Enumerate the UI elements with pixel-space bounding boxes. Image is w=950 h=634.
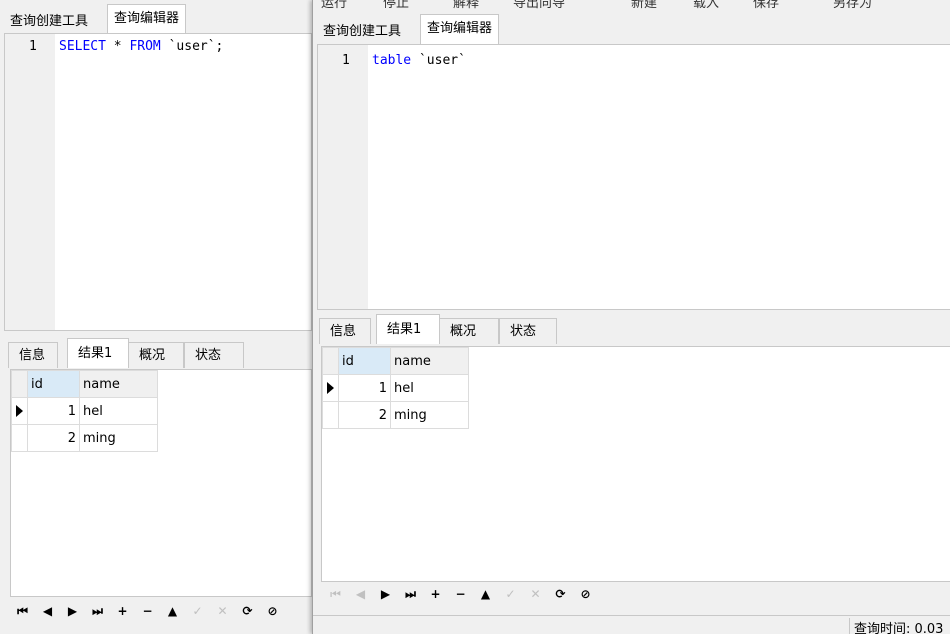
result-grid[interactable]: id name 1 hel 2 ming [321, 346, 950, 582]
line-gutter: 1 [5, 34, 55, 330]
next-record-icon[interactable]: ▶ [60, 601, 85, 621]
column-header-id[interactable]: id [27, 370, 80, 398]
first-record-icon[interactable]: ⏮ [10, 601, 35, 621]
apply-changes-icon[interactable]: ✓ [185, 601, 210, 621]
delete-record-icon[interactable]: − [448, 584, 473, 604]
apply-changes-icon[interactable]: ✓ [498, 584, 523, 604]
line-number: 1 [342, 53, 350, 68]
tab-overview[interactable]: 概况 [128, 342, 184, 368]
row-indicator [11, 424, 28, 452]
new-button[interactable]: 新建 [631, 0, 657, 10]
result-table: id name 1 hel 2 ming [322, 347, 469, 429]
cell-name[interactable]: ming [390, 401, 469, 429]
tab-query-builder[interactable]: 查询创建工具 [4, 8, 94, 35]
refresh-icon[interactable]: ⟳ [548, 584, 573, 604]
tab-info[interactable]: 信息 [319, 318, 371, 344]
table-row[interactable]: 2 ming [322, 401, 469, 429]
sql-code-line[interactable]: SELECT * FROM `user`; [59, 39, 223, 54]
record-navigator: ⏮ ◀ ▶ ⏭ + − ▲ ✓ ✕ ⟳ ⊘ [10, 599, 285, 623]
export-wizard-button[interactable]: 导出向导 [513, 0, 565, 10]
refresh-icon[interactable]: ⟳ [235, 601, 260, 621]
right-editor-tabbar: 查询创建工具 查询编辑器 [313, 14, 950, 45]
sql-code-line[interactable]: table `user` [372, 53, 466, 68]
load-button[interactable]: 载入 [693, 0, 719, 10]
sql-text: * [105, 39, 130, 54]
result-tabbar: 信息 结果1 概况 状态 [313, 314, 950, 344]
cell-id[interactable]: 2 [338, 401, 391, 429]
move-up-icon[interactable]: ▲ [160, 601, 185, 621]
result-tabbar: 信息 结果1 概况 状态 [0, 338, 312, 368]
sql-editor[interactable]: 1 table `user` [317, 44, 950, 310]
row-indicator [322, 401, 339, 429]
current-row-arrow-icon [16, 405, 23, 417]
explain-button[interactable]: 解释 [453, 0, 479, 10]
stop-icon[interactable]: ⊘ [260, 601, 285, 621]
table-row[interactable]: 1 hel [11, 397, 158, 425]
line-number: 1 [29, 39, 37, 54]
move-up-icon[interactable]: ▲ [473, 584, 498, 604]
cell-name[interactable]: hel [79, 397, 158, 425]
delete-record-icon[interactable]: − [135, 601, 160, 621]
right-query-window: 运行 停止 解释 导出向导 新建 载入 保存 另存为 查询创建工具 查询编辑器 … [312, 0, 950, 634]
discard-changes-icon[interactable]: ✕ [210, 601, 235, 621]
stop-icon[interactable]: ⊘ [573, 584, 598, 604]
left-editor-tabbar: 查询创建工具 查询编辑器 [0, 4, 312, 35]
column-header-name[interactable]: name [79, 370, 158, 398]
column-header-name[interactable]: name [390, 347, 469, 375]
result-grid[interactable]: id name 1 hel 2 ming [10, 369, 312, 597]
previous-record-icon[interactable]: ◀ [35, 601, 60, 621]
current-row-arrow-icon [327, 382, 334, 394]
run-button[interactable]: 运行 [321, 0, 347, 10]
row-indicator [11, 397, 28, 425]
header-row: id name [11, 370, 158, 398]
tab-status[interactable]: 状态 [184, 342, 244, 368]
sql-keyword: FROM [129, 39, 161, 54]
sql-keyword: table [372, 53, 412, 68]
last-record-icon[interactable]: ⏭ [398, 584, 423, 604]
tab-result1[interactable]: 结果1 [67, 338, 129, 368]
sql-editor[interactable]: 1 SELECT * FROM `user`; [4, 33, 312, 331]
result-table: id name 1 hel 2 ming [11, 370, 158, 452]
next-record-icon[interactable]: ▶ [373, 584, 398, 604]
discard-changes-icon[interactable]: ✕ [523, 584, 548, 604]
tab-overview[interactable]: 概况 [439, 318, 499, 344]
status-bar: 查询时间: 0.03 [313, 615, 950, 634]
left-query-window: 查询创建工具 查询编辑器 1 SELECT * FROM `user`; 信息 … [0, 0, 312, 634]
query-time-label: 查询时间: 0.03 [849, 618, 943, 634]
last-record-icon[interactable]: ⏭ [85, 601, 110, 621]
tab-query-editor[interactable]: 查询编辑器 [107, 4, 187, 34]
table-row[interactable]: 1 hel [322, 374, 469, 402]
table-row[interactable]: 2 ming [11, 424, 158, 452]
cell-name[interactable]: ming [79, 424, 158, 452]
save-button[interactable]: 保存 [753, 0, 779, 10]
row-indicator-header [322, 347, 339, 375]
record-navigator: ⏮ ◀ ▶ ⏭ + − ▲ ✓ ✕ ⟳ ⊘ [323, 582, 598, 606]
tab-info[interactable]: 信息 [8, 342, 58, 368]
line-gutter: 1 [318, 45, 368, 309]
cell-id[interactable]: 2 [27, 424, 80, 452]
previous-record-icon[interactable]: ◀ [348, 584, 373, 604]
sql-text: `user`; [160, 39, 224, 54]
sql-text: `user` [411, 53, 466, 68]
row-indicator [322, 374, 339, 402]
row-indicator-header [11, 370, 28, 398]
column-header-id[interactable]: id [338, 347, 391, 375]
cell-name[interactable]: hel [390, 374, 469, 402]
cell-id[interactable]: 1 [27, 397, 80, 425]
first-record-icon[interactable]: ⏮ [323, 584, 348, 604]
tab-status[interactable]: 状态 [499, 318, 557, 344]
tab-query-builder[interactable]: 查询创建工具 [317, 18, 407, 45]
header-row: id name [322, 347, 469, 375]
add-record-icon[interactable]: + [110, 601, 135, 621]
tab-query-editor[interactable]: 查询编辑器 [420, 14, 500, 44]
stop-button[interactable]: 停止 [383, 0, 409, 10]
sql-keyword: SELECT [59, 39, 106, 54]
save-as-button[interactable]: 另存为 [833, 0, 872, 10]
add-record-icon[interactable]: + [423, 584, 448, 604]
query-toolbar: 运行 停止 解释 导出向导 新建 载入 保存 另存为 [313, 0, 950, 10]
tab-result1[interactable]: 结果1 [376, 314, 440, 344]
cell-id[interactable]: 1 [338, 374, 391, 402]
